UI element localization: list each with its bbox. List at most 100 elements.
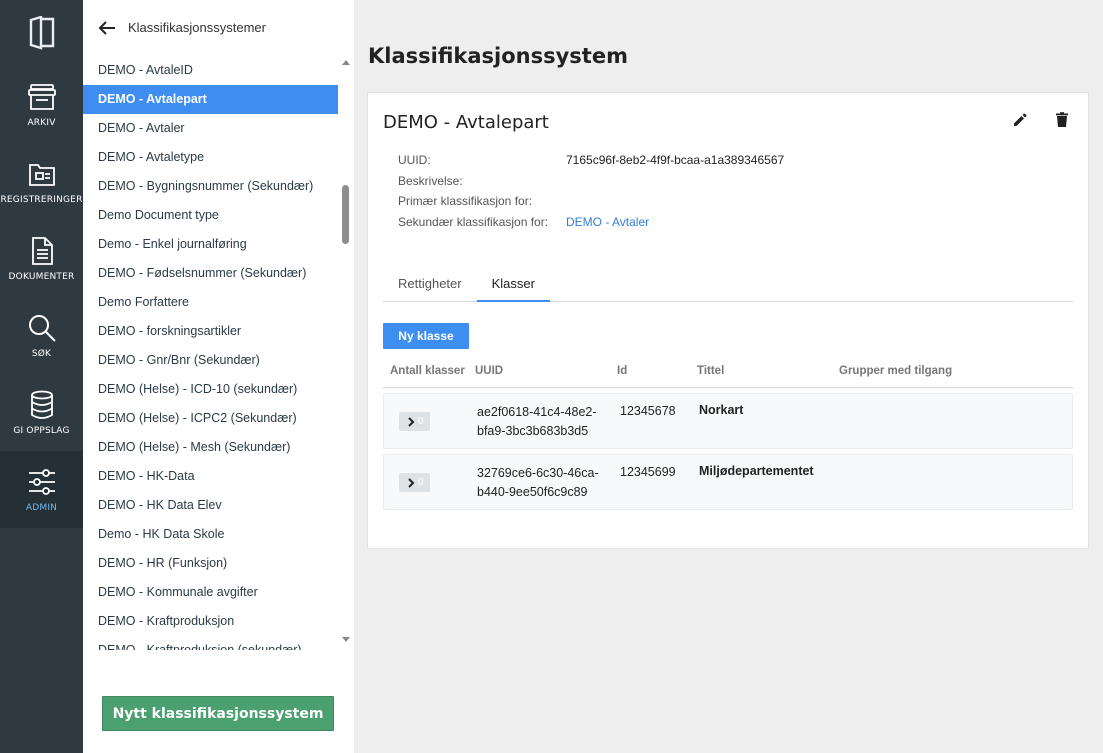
nav-item-registreringer[interactable]: REGISTRERINGER: [0, 143, 83, 220]
meta-uuid: UUID: 7165c96f-8eb2-4f9f-bcaa-a1a3893465…: [398, 153, 784, 174]
page-title: Klassifikasjonssystem: [368, 44, 628, 68]
app-logo[interactable]: [0, 0, 83, 66]
sidebar-item[interactable]: Demo - Enkel journalføring: [83, 230, 338, 259]
sidebar-item[interactable]: DEMO - Bygningsnummer (Sekundær): [83, 172, 338, 201]
row-id: 12345699: [620, 465, 676, 479]
class-count: 0: [418, 416, 424, 427]
nav-item-arkiv[interactable]: ARKIV: [0, 66, 83, 143]
row-title: Norkart: [699, 403, 744, 417]
sidebar-item[interactable]: DEMO (Helse) - ICD-10 (sekundær): [83, 375, 338, 404]
nav-label: SØK: [31, 349, 52, 359]
nav-rail: ARKIV REGISTRERINGER DOKUMENTER SØK GI O…: [0, 0, 83, 753]
nav-item-admin[interactable]: ADMIN: [0, 451, 83, 528]
nav-label: ADMIN: [25, 503, 58, 513]
chevron-right-icon: [408, 416, 415, 427]
sidebar-item[interactable]: Demo - HK Data Skole: [83, 520, 338, 549]
tab-rettigheter[interactable]: Rettigheter: [383, 269, 477, 302]
row-uuid-line: 32769ce6-6c30-46ca-: [477, 466, 599, 480]
classification-systems-sidebar: Klassifikasjonssystemer DEMO - AvtaleID D…: [83, 0, 354, 753]
meta-label: Primær klassifikasjon for:: [398, 194, 533, 208]
database-icon: [30, 390, 53, 419]
folder-icon: [28, 164, 55, 186]
sidebar-item[interactable]: DEMO (Helse) - ICPC2 (Sekundær): [83, 404, 338, 433]
row-uuid-line: ae2f0618-41c4-48e2-: [477, 405, 597, 419]
nav-item-dokumenter[interactable]: DOKUMENTER: [0, 220, 83, 297]
row-id: 12345678: [620, 404, 676, 418]
row-uuid: 32769ce6-6c30-46ca- b440-9ee50f6c9c89: [477, 464, 617, 502]
sidebar-item[interactable]: DEMO - Avtaletype: [83, 143, 338, 172]
sidebar-title: Klassifikasjonssystemer: [128, 20, 266, 35]
expand-row-button[interactable]: 0: [399, 473, 430, 492]
logo-icon: [29, 16, 54, 50]
delete-button[interactable]: [1053, 111, 1071, 129]
scroll-up-arrow-icon[interactable]: [342, 60, 350, 65]
new-class-button[interactable]: Ny klasse: [383, 323, 469, 349]
sliders-icon: [28, 469, 55, 495]
column-header-title: Tittel: [697, 365, 725, 377]
sidebar-item[interactable]: DEMO - AvtaleID: [83, 56, 338, 85]
nav-label: DOKUMENTER: [8, 272, 75, 282]
expand-row-button[interactable]: 0: [399, 412, 430, 431]
column-header-id: Id: [617, 365, 628, 377]
document-icon: [31, 237, 53, 265]
sidebar-item[interactable]: DEMO - Avtaler: [83, 114, 338, 143]
scroll-thumb[interactable]: [342, 185, 349, 244]
new-classification-system-button[interactable]: Nytt klassifikasjonssystem: [102, 696, 334, 731]
column-header-groups: Grupper med tilgang: [839, 365, 953, 377]
sidebar-item[interactable]: DEMO - HK-Data: [83, 462, 338, 491]
nav-item-oppslag[interactable]: GI OPPSLAG: [0, 374, 83, 451]
table-row[interactable]: 0 ae2f0618-41c4-48e2- bfa9-3bc3b683b3d5 …: [383, 393, 1073, 449]
row-uuid-line: bfa9-3bc3b683b3d5: [477, 424, 589, 438]
sidebar-item[interactable]: DEMO - HR (Funksjon): [83, 549, 338, 578]
row-uuid: ae2f0618-41c4-48e2- bfa9-3bc3b683b3d5: [477, 403, 617, 441]
edit-button[interactable]: [1011, 111, 1029, 129]
sidebar-item[interactable]: DEMO - forskningsartikler: [83, 317, 338, 346]
table-header: Antall klasser UUID Id Tittel Grupper me…: [383, 359, 1073, 388]
scroll-down-arrow-icon[interactable]: [342, 637, 350, 642]
sidebar-item[interactable]: DEMO - Kommunale avgifter: [83, 578, 338, 607]
meta-label: Sekundær klassifikasjon for:: [398, 214, 549, 229]
meta-label: UUID:: [398, 153, 431, 167]
metadata: UUID: 7165c96f-8eb2-4f9f-bcaa-a1a3893465…: [398, 153, 784, 235]
sidebar-item[interactable]: DEMO - HK Data Elev: [83, 491, 338, 520]
sidebar-item[interactable]: DEMO (Helse) - Mesh (Sekundær): [83, 433, 338, 462]
search-icon: [28, 315, 56, 342]
meta-value: 7165c96f-8eb2-4f9f-bcaa-a1a389346567: [566, 153, 785, 167]
nav-item-sok[interactable]: SØK: [0, 297, 83, 374]
sidebar-item[interactable]: DEMO - Avtalepart: [83, 85, 338, 114]
table-row[interactable]: 0 32769ce6-6c30-46ca- b440-9ee50f6c9c89 …: [383, 454, 1073, 510]
scrollbar[interactable]: [338, 55, 354, 650]
nav-label: GI OPPSLAG: [13, 426, 70, 436]
column-header-uuid: UUID: [475, 365, 504, 377]
archive-box-icon: [27, 84, 56, 110]
chevron-right-icon: [408, 477, 415, 488]
sidebar-item[interactable]: Demo Forfattere: [83, 288, 338, 317]
main-content: Klassifikasjonssystem DEMO - Avtalepart …: [354, 0, 1103, 753]
row-uuid-line: b440-9ee50f6c9c89: [477, 485, 588, 499]
row-title: Miljødepartementet: [699, 464, 814, 478]
sidebar-item[interactable]: DEMO - Fødselsnummer (Sekundær): [83, 259, 338, 288]
card-title: DEMO - Avtalepart: [383, 112, 549, 133]
secondary-classification-link[interactable]: DEMO - Avtaler: [566, 215, 649, 236]
meta-label: Beskrivelse:: [398, 173, 463, 188]
classification-system-card: DEMO - Avtalepart UUID: 7165c96f-8eb2-4f…: [367, 92, 1089, 549]
sidebar-item[interactable]: DEMO - Kraftproduksjon: [83, 607, 338, 636]
sidebar-item[interactable]: Demo Document type: [83, 201, 338, 230]
sidebar-header: Klassifikasjonssystemer: [83, 0, 354, 55]
trash-icon: [1056, 112, 1068, 127]
meta-secondary: Sekundær klassifikasjon for: DEMO - Avta…: [398, 215, 784, 236]
nav-label: ARKIV: [27, 118, 56, 128]
back-arrow-icon[interactable]: [97, 18, 117, 38]
tab-klasser[interactable]: Klasser: [476, 269, 550, 302]
list-items: DEMO - AvtaleID DEMO - Avtalepart DEMO - A…: [83, 56, 338, 650]
tab-bar: Rettigheter Klasser: [383, 269, 1073, 302]
meta-description: Beskrivelse:: [398, 174, 784, 195]
card-actions: [1011, 111, 1071, 129]
class-count: 0: [418, 477, 424, 488]
sidebar-item[interactable]: DEMO - Kraftproduksjon (sekundær): [83, 636, 338, 650]
classification-system-list[interactable]: DEMO - AvtaleID DEMO - Avtalepart DEMO - A…: [83, 55, 354, 650]
column-header-count: Antall klasser: [390, 365, 465, 377]
nav-label: REGISTRERINGER: [0, 195, 83, 205]
pencil-icon: [1014, 113, 1027, 126]
sidebar-item[interactable]: DEMO - Gnr/Bnr (Sekundær): [83, 346, 338, 375]
